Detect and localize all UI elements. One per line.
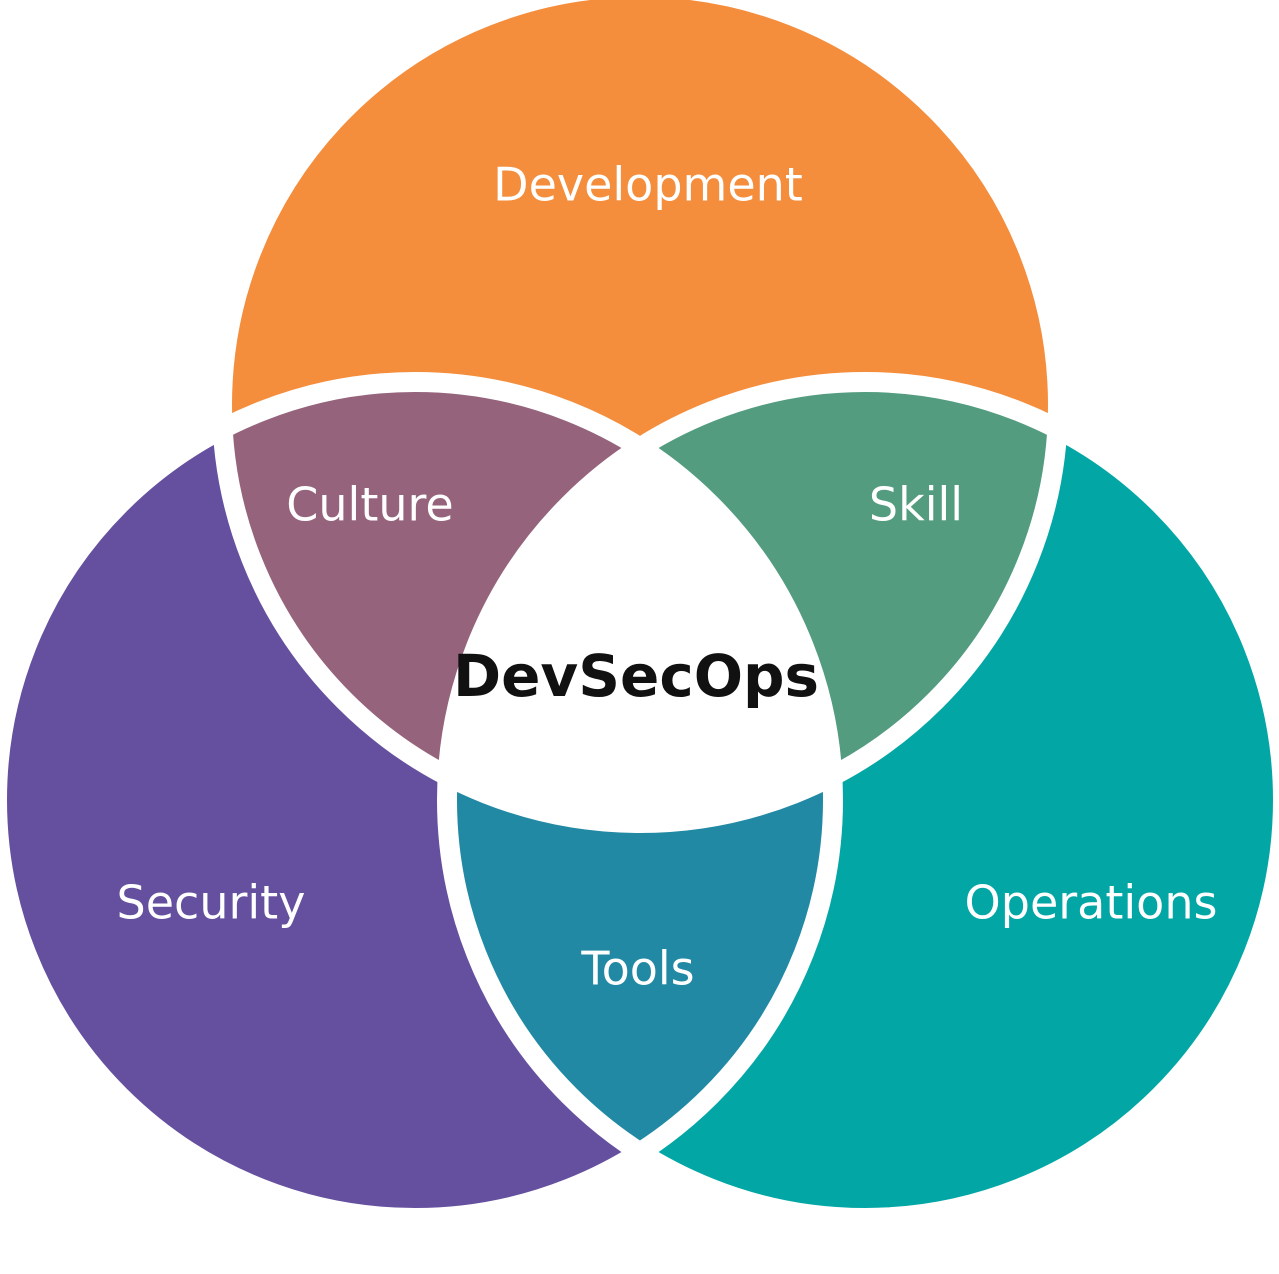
security-label: Security bbox=[117, 876, 306, 930]
devsecops-venn-diagram: Development Culture Skill DevSecOps Secu… bbox=[0, 0, 1279, 1228]
skill-label: Skill bbox=[869, 478, 963, 532]
development-label: Development bbox=[493, 158, 803, 212]
devsecops-label: DevSecOps bbox=[453, 642, 819, 710]
culture-label: Culture bbox=[286, 478, 453, 532]
tools-label: Tools bbox=[580, 942, 694, 996]
operations-label: Operations bbox=[965, 876, 1218, 930]
